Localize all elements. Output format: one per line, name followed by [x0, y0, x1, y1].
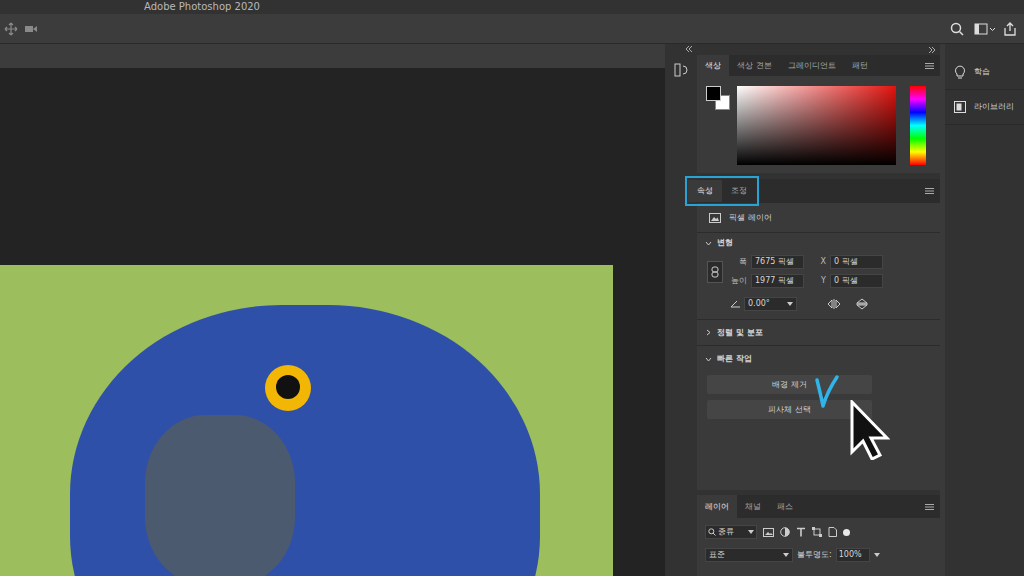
- side-panel-item[interactable]: 학습: [945, 55, 1024, 90]
- panel-tab[interactable]: 채널: [737, 495, 769, 518]
- title-bar: Adobe Photoshop 2020: [0, 0, 1024, 14]
- dropdown-icon[interactable]: [874, 553, 880, 557]
- expand-icon[interactable]: [928, 47, 936, 53]
- panel-menu-icon[interactable]: [925, 63, 934, 69]
- shape-filter-icon[interactable]: [812, 527, 822, 537]
- mouse-cursor-icon: [850, 400, 890, 460]
- transform-field[interactable]: 1977 픽셀: [751, 274, 804, 288]
- layer-kind: 픽셀 레이어: [729, 212, 772, 224]
- document-area: [0, 44, 665, 576]
- panel-tab[interactable]: 패스: [769, 495, 801, 518]
- layers-panel: 레이어채널패스종류표준 불투명도: 100%: [697, 495, 940, 576]
- window-title: Adobe Photoshop 2020: [144, 2, 260, 12]
- check-mark-icon: [814, 374, 840, 410]
- flip-horizontal-icon[interactable]: [827, 299, 841, 309]
- link-icon: [711, 266, 719, 278]
- flip-vertical-icon[interactable]: [856, 298, 868, 310]
- collapse-icon[interactable]: [685, 46, 693, 52]
- properties-panel: 속성조정 픽셀 레이어변형폭7675 픽셀X0 픽셀높이1977 픽셀Y0 픽셀…: [697, 179, 940, 490]
- link-button[interactable]: [707, 261, 723, 283]
- video-icon[interactable]: [24, 24, 38, 34]
- field-label: Y: [804, 275, 830, 287]
- dropdown-icon: [748, 530, 754, 534]
- search-icon[interactable]: [950, 22, 964, 36]
- dropdown-icon: [783, 553, 789, 557]
- type-filter-icon[interactable]: [796, 527, 806, 537]
- blend-mode-dropdown[interactable]: 표준: [705, 548, 793, 562]
- transform-field[interactable]: 0 픽셀: [830, 274, 883, 288]
- panel-menu-icon[interactable]: [925, 504, 934, 510]
- panel-tab[interactable]: 패턴: [844, 55, 876, 76]
- field-label: 폭: [725, 256, 751, 268]
- field-label: 높이: [725, 275, 751, 287]
- panel-tab[interactable]: 조정: [722, 180, 756, 202]
- color-field[interactable]: [737, 86, 896, 165]
- adjustment-filter-icon[interactable]: [780, 527, 790, 537]
- smart-object-filter-icon[interactable]: [828, 527, 837, 537]
- learn-bulb-icon: [954, 65, 966, 79]
- pixel-layer-icon: [709, 213, 721, 223]
- chevron-right-icon[interactable]: [705, 329, 712, 336]
- field-label: X: [804, 256, 830, 268]
- section-title[interactable]: 빠른 작업: [717, 353, 752, 365]
- fg-bg-swatches[interactable]: [706, 86, 732, 112]
- workspace-icon[interactable]: [974, 23, 996, 35]
- filter-toggle[interactable]: [843, 529, 850, 536]
- opacity-field[interactable]: 100%: [836, 548, 870, 562]
- libraries-icon: [954, 101, 966, 113]
- section-title[interactable]: 정렬 및 분포: [717, 327, 763, 339]
- hue-slider[interactable]: [910, 86, 926, 165]
- side-panel: 학습라이브러리: [945, 44, 1024, 576]
- panel-tab[interactable]: 색상 견본: [729, 55, 780, 76]
- search-icon: [708, 528, 716, 536]
- transform-field[interactable]: 0 픽셀: [830, 255, 883, 269]
- panel-column: 색상색상 견본그레이디언트패턴 속성조정: [697, 44, 940, 576]
- panel-tab[interactable]: 레이어: [697, 495, 737, 518]
- chevron-down-icon[interactable]: [705, 240, 712, 247]
- color-panel: 색상색상 견본그레이디언트패턴: [697, 55, 940, 173]
- transform-field[interactable]: 7675 픽셀: [751, 255, 804, 269]
- move-icon[interactable]: [4, 22, 18, 36]
- panel-menu-icon[interactable]: [925, 188, 934, 194]
- side-panel-item[interactable]: 라이브러리: [945, 90, 1024, 125]
- panel-tab[interactable]: 그레이디언트: [780, 55, 844, 76]
- image-filter-icon[interactable]: [763, 528, 774, 537]
- quick-action-button[interactable]: 배경 제거: [707, 375, 872, 394]
- quick-action-button[interactable]: 피사체 선택: [707, 400, 872, 419]
- share-icon[interactable]: [1004, 22, 1016, 36]
- angle-icon: [730, 300, 740, 308]
- history-icon[interactable]: [673, 62, 689, 78]
- options-bar: [0, 14, 1024, 44]
- filter-dropdown[interactable]: 종류: [705, 525, 757, 539]
- chevron-down-icon[interactable]: [705, 356, 712, 363]
- opacity-label: 불투명도:: [797, 549, 832, 561]
- photo-canvas[interactable]: [0, 265, 613, 576]
- section-title[interactable]: 변형: [717, 237, 733, 249]
- angle-field[interactable]: 0.00°: [744, 297, 797, 311]
- panel-tab[interactable]: 색상: [697, 55, 729, 76]
- dropdown-icon[interactable]: [787, 302, 793, 306]
- panel-icon-strip: [665, 44, 697, 576]
- properties-tabs-highlight: 속성조정: [685, 176, 759, 206]
- panel-tab[interactable]: 속성: [688, 180, 722, 202]
